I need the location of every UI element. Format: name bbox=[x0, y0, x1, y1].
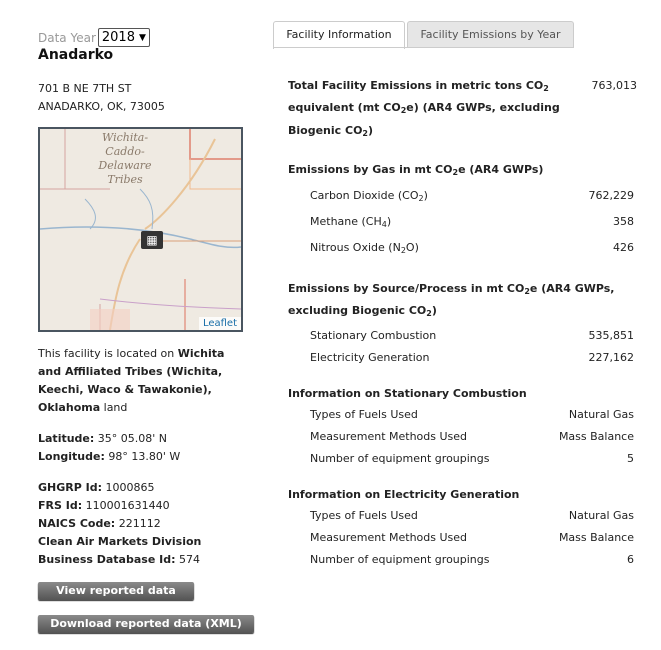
stationary-combustion-heading: Information on Stationary Combustion bbox=[288, 387, 527, 400]
total-emissions-value: 763,013 bbox=[591, 79, 638, 92]
source-row-value: 535,851 bbox=[588, 329, 635, 342]
longitude-value: 98° 13.80' W bbox=[108, 450, 181, 463]
electricity-row-label: Measurement Methods Used bbox=[310, 531, 468, 544]
facility-map[interactable]: Wichita-Caddo-Delaware Tribes ▦ Leaflet bbox=[38, 127, 243, 332]
data-year-control: Data Year 2018 ▼ bbox=[38, 28, 150, 47]
latitude-value: 35° 05.08' N bbox=[97, 432, 168, 445]
location-prefix: This facility is located on bbox=[38, 347, 178, 360]
electricity-generation-heading: Information on Electricity Generation bbox=[288, 488, 520, 501]
total-emissions-label-2: equivalent (mt CO2e) (AR4 GWPs, excludin… bbox=[288, 101, 560, 115]
gas-row-value: 358 bbox=[613, 215, 634, 228]
gas-row-label: Nitrous Oxide (N2O) bbox=[310, 241, 419, 255]
camd-label: Clean Air Markets Division Business Data… bbox=[38, 535, 202, 566]
view-reported-data-button[interactable]: View reported data bbox=[38, 582, 194, 600]
naics-label: NAICS Code: bbox=[38, 517, 116, 530]
ghgrp-value: 1000865 bbox=[105, 481, 155, 494]
total-emissions-label-1: Total Facility Emissions in metric tons … bbox=[288, 79, 549, 93]
source-row-label: Stationary Combustion bbox=[310, 329, 437, 342]
address-line-1: 701 B NE 7TH ST bbox=[38, 82, 132, 95]
stationary-row-value: Mass Balance bbox=[558, 430, 634, 443]
source-row-label: Electricity Generation bbox=[310, 351, 430, 364]
facility-marker-icon[interactable]: ▦ bbox=[141, 231, 163, 249]
ghgrp-row: GHGRP Id: 1000865 bbox=[38, 479, 155, 497]
camd-row: Clean Air Markets Division Business Data… bbox=[38, 533, 238, 569]
source-row-value: 227,162 bbox=[588, 351, 635, 364]
data-year-value: 2018 bbox=[101, 30, 135, 45]
electricity-row-value: 6 bbox=[627, 553, 634, 566]
electricity-row-label: Types of Fuels Used bbox=[310, 509, 418, 522]
data-year-label: Data Year bbox=[38, 30, 96, 45]
ghgrp-label: GHGRP Id: bbox=[38, 481, 102, 494]
longitude-label: Longitude: bbox=[38, 450, 105, 463]
electricity-row-label: Number of equipment groupings bbox=[310, 553, 490, 566]
emissions-by-source-heading-1: Emissions by Source/Process in mt CO2e (… bbox=[288, 282, 615, 296]
tab-facility-information[interactable]: Facility Information bbox=[273, 21, 405, 49]
gas-row-label: Methane (CH4) bbox=[310, 215, 392, 229]
address-line-2: ANADARKO, OK, 73005 bbox=[38, 100, 165, 113]
gas-row-value: 426 bbox=[613, 241, 634, 254]
emissions-by-source-heading-2: excluding Biogenic CO2) bbox=[288, 304, 437, 318]
camd-value: 574 bbox=[178, 553, 200, 566]
gas-row-value: 762,229 bbox=[588, 189, 635, 202]
gas-row-label: Carbon Dioxide (CO2) bbox=[310, 189, 428, 203]
frs-label: FRS Id: bbox=[38, 499, 83, 512]
naics-row: NAICS Code: 221112 bbox=[38, 515, 161, 533]
total-emissions-label-3: Biogenic CO2) bbox=[288, 124, 374, 138]
emissions-by-gas-heading: Emissions by Gas in mt CO2e (AR4 GWPs) bbox=[288, 163, 544, 177]
frs-row: FRS Id: 110001631440 bbox=[38, 497, 170, 515]
longitude-row: Longitude: 98° 13.80' W bbox=[38, 448, 180, 466]
tab-facility-emissions-by-year[interactable]: Facility Emissions by Year bbox=[407, 21, 574, 48]
naics-value: 221112 bbox=[118, 517, 161, 530]
stationary-row-label: Number of equipment groupings bbox=[310, 452, 490, 465]
location-suffix: land bbox=[100, 401, 128, 414]
stationary-row-label: Types of Fuels Used bbox=[310, 408, 418, 421]
frs-value: 110001631440 bbox=[85, 499, 170, 512]
stationary-row-label: Measurement Methods Used bbox=[310, 430, 468, 443]
electricity-row-value: Mass Balance bbox=[558, 531, 634, 544]
facility-name: Anadarko bbox=[38, 47, 114, 63]
map-region-label: Wichita-Caddo-Delaware Tribes bbox=[98, 131, 152, 186]
electricity-row-value: Natural Gas bbox=[568, 509, 634, 522]
download-xml-button[interactable]: Download reported data (XML) bbox=[38, 615, 254, 633]
stationary-row-value: Natural Gas bbox=[568, 408, 634, 421]
stationary-row-value: 5 bbox=[627, 452, 634, 465]
latitude-row: Latitude: 35° 05.08' N bbox=[38, 430, 167, 448]
leaflet-attribution-link[interactable]: Leaflet bbox=[198, 317, 241, 330]
latitude-label: Latitude: bbox=[38, 432, 95, 445]
data-year-select[interactable]: 2018 ▼ bbox=[97, 28, 150, 47]
tab-divider bbox=[273, 47, 573, 48]
location-text: This facility is located on Wichita and … bbox=[38, 345, 228, 417]
chevron-down-icon: ▼ bbox=[138, 32, 146, 43]
